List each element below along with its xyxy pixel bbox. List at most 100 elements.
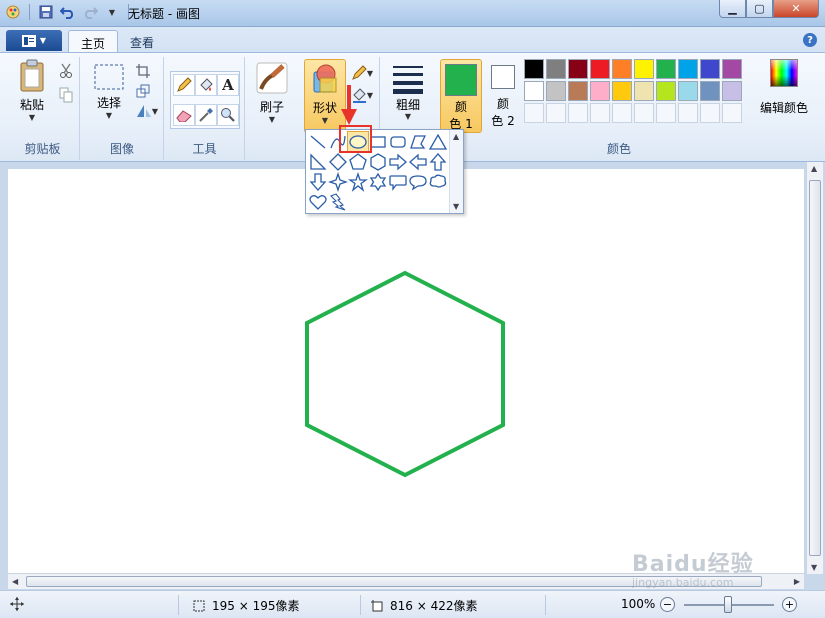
palette-swatch[interactable] [568, 59, 588, 79]
palette-swatch[interactable] [568, 81, 588, 101]
close-button[interactable]: ✕ [773, 0, 819, 18]
palette-swatch[interactable] [590, 81, 610, 101]
vertical-scroll-thumb[interactable] [809, 180, 821, 556]
scroll-up-icon[interactable]: ▲ [811, 164, 817, 173]
scroll-down-icon[interactable]: ▼ [811, 563, 817, 572]
outline-icon[interactable]: ▼ [348, 63, 376, 83]
rotate-icon[interactable]: ▼ [133, 101, 161, 121]
shapes-scrollbar[interactable]: ▲ ▼ [449, 130, 463, 213]
palette-swatch[interactable] [634, 81, 654, 101]
undo-icon[interactable] [59, 3, 77, 21]
color2-swatch [491, 65, 515, 89]
color2-button[interactable]: 颜 色 2 [484, 59, 522, 129]
drawing-canvas[interactable] [8, 169, 804, 579]
paint-app-icon[interactable] [4, 3, 22, 21]
tab-home[interactable]: 主页 [68, 30, 119, 53]
four-point-star-icon[interactable] [328, 172, 348, 192]
left-arrow-icon[interactable] [408, 152, 428, 172]
size-label: 粗细 [388, 98, 428, 112]
up-arrow-icon[interactable] [428, 152, 448, 172]
customize-qat-chevron-down-icon[interactable]: ▼ [103, 3, 121, 21]
scroll-down-icon[interactable]: ▼ [453, 202, 459, 211]
color2-label-line2: 色 2 [491, 114, 515, 128]
palette-swatch[interactable] [612, 81, 632, 101]
zoom-slider-thumb[interactable] [724, 596, 732, 613]
polygon-icon[interactable] [408, 132, 428, 152]
palette-empty-slot[interactable] [656, 103, 676, 123]
six-point-star-icon[interactable] [368, 172, 388, 192]
heart-icon[interactable] [308, 192, 328, 212]
palette-swatch[interactable] [590, 59, 610, 79]
color1-button[interactable]: 颜 色 1 [440, 59, 482, 133]
rounded-rectangle-icon[interactable] [388, 132, 408, 152]
line-icon[interactable] [308, 132, 328, 152]
shapes-icon [313, 64, 337, 93]
palette-swatch[interactable] [700, 59, 720, 79]
palette-empty-slot[interactable] [590, 103, 610, 123]
down-arrow-icon[interactable] [308, 172, 328, 192]
scroll-right-icon[interactable]: ▶ [794, 577, 800, 586]
minimize-button[interactable]: ▁ [719, 0, 746, 18]
palette-empty-slot[interactable] [524, 103, 544, 123]
edit-colors-button[interactable]: 编辑颜色 [748, 59, 820, 116]
eraser-icon[interactable] [173, 104, 195, 126]
vertical-scrollbar[interactable]: ▲ ▼ [806, 162, 823, 574]
colors-group-label: 颜色 [606, 142, 631, 156]
magnifier-icon[interactable] [217, 104, 239, 126]
palette-swatch[interactable] [546, 81, 566, 101]
palette-swatch[interactable] [722, 81, 742, 101]
palette-empty-slot[interactable] [634, 103, 654, 123]
oval-callout-icon[interactable] [408, 172, 428, 192]
palette-swatch[interactable] [546, 59, 566, 79]
paint-menu-button[interactable]: ▼ [6, 30, 62, 51]
cloud-callout-icon[interactable] [428, 172, 448, 192]
palette-swatch[interactable] [656, 59, 676, 79]
lightning-icon[interactable] [328, 192, 348, 212]
cursor-position-icon [10, 597, 24, 611]
text-icon[interactable]: A [217, 74, 239, 96]
resize-icon[interactable] [133, 81, 153, 101]
triangle-icon[interactable] [428, 132, 448, 152]
palette-swatch[interactable] [678, 59, 698, 79]
palette-swatch[interactable] [524, 81, 544, 101]
right-triangle-icon[interactable] [308, 152, 328, 172]
palette-empty-slot[interactable] [678, 103, 698, 123]
palette-swatch[interactable] [722, 59, 742, 79]
paste-button[interactable]: 粘贴 ▼ [12, 59, 52, 122]
hexagon-icon[interactable] [368, 152, 388, 172]
palette-swatch[interactable] [656, 81, 676, 101]
cut-icon[interactable] [56, 61, 76, 81]
palette-empty-slot[interactable] [568, 103, 588, 123]
five-point-star-icon[interactable] [348, 172, 368, 192]
zoom-in-button[interactable]: + [782, 597, 797, 612]
palette-swatch[interactable] [612, 59, 632, 79]
palette-empty-slot[interactable] [546, 103, 566, 123]
fill-bucket-icon[interactable] [195, 74, 217, 96]
palette-swatch[interactable] [678, 81, 698, 101]
maximize-button[interactable]: ▢ [746, 0, 773, 18]
crop-icon[interactable] [133, 61, 153, 81]
diamond-icon[interactable] [328, 152, 348, 172]
palette-swatch[interactable] [700, 81, 720, 101]
palette-swatch[interactable] [524, 59, 544, 79]
zoom-out-button[interactable]: − [660, 597, 675, 612]
brushes-button[interactable]: 刷子 ▼ [252, 61, 292, 124]
palette-swatch[interactable] [634, 59, 654, 79]
help-icon[interactable]: ? [803, 33, 817, 47]
scroll-up-icon[interactable]: ▲ [453, 132, 459, 141]
copy-icon[interactable] [56, 85, 76, 105]
color-picker-icon[interactable] [195, 104, 217, 126]
tab-view[interactable]: 查看 [118, 30, 166, 53]
right-arrow-icon[interactable] [388, 152, 408, 172]
palette-empty-slot[interactable] [722, 103, 742, 123]
palette-empty-slot[interactable] [612, 103, 632, 123]
pencil-icon[interactable] [173, 74, 195, 96]
select-button[interactable]: 选择 ▼ [89, 63, 129, 120]
redo-icon[interactable] [81, 3, 99, 21]
save-icon[interactable] [37, 3, 55, 21]
palette-empty-slot[interactable] [700, 103, 720, 123]
scroll-left-icon[interactable]: ◀ [12, 577, 18, 586]
pentagon-icon[interactable] [348, 152, 368, 172]
size-button[interactable]: 粗细 ▼ [388, 63, 428, 121]
rounded-callout-icon[interactable] [388, 172, 408, 192]
